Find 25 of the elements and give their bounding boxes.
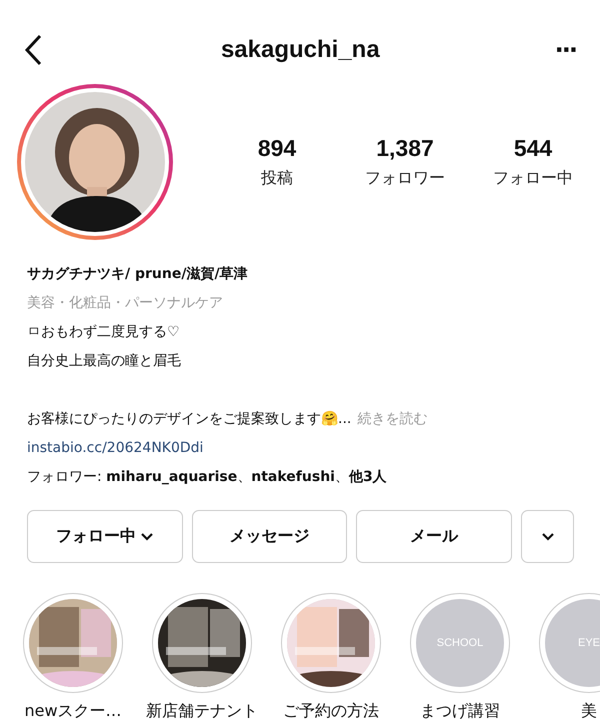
highlight-ring[interactable] <box>152 593 252 693</box>
stat-label: フォロワー <box>365 168 445 189</box>
stat-count: 544 <box>514 135 552 162</box>
profile-button[interactable]: フォロー中 <box>27 510 183 563</box>
bio-line: 自分史上最高の瞳と眉毛 <box>27 352 182 371</box>
profile-name: サカグチナツキ/ prune/滋賀/草津 <box>27 265 249 284</box>
profile-button[interactable]: メッセージ <box>192 510 348 563</box>
stat-label: 投稿 <box>261 168 293 189</box>
profile-category: 美容・化粧品・パーソナルケア <box>27 294 224 313</box>
profile-button[interactable]: メール <box>356 510 512 563</box>
profile-username: sakaguchi_na <box>220 36 380 64</box>
highlight-label: 新店舗テナント <box>146 701 258 722</box>
followed-by-text: フォロワー: miharu_aquarise、ntakefushi、他3人 <box>27 468 388 487</box>
bio-line: お客様にぴったりのデザインをご提案致します🤗... <box>27 410 352 429</box>
stat-label: フォロー中 <box>493 168 573 189</box>
highlight-label: newスクー… <box>24 701 122 722</box>
highlight-label: まつげ講習 <box>420 701 500 722</box>
bio-link[interactable]: instabio.cc/20624NK0Ddi <box>27 434 204 463</box>
more-button[interactable]: ··· <box>554 36 576 64</box>
stat-count: 894 <box>258 135 296 162</box>
bio-line: ㅁおもわず二度見する♡ <box>27 323 181 342</box>
highlight-label: ご予約の方法 <box>283 701 379 722</box>
stat-count: 1,387 <box>376 135 434 162</box>
highlight-label: 美 <box>581 701 597 722</box>
highlight-ring[interactable] <box>281 593 381 693</box>
